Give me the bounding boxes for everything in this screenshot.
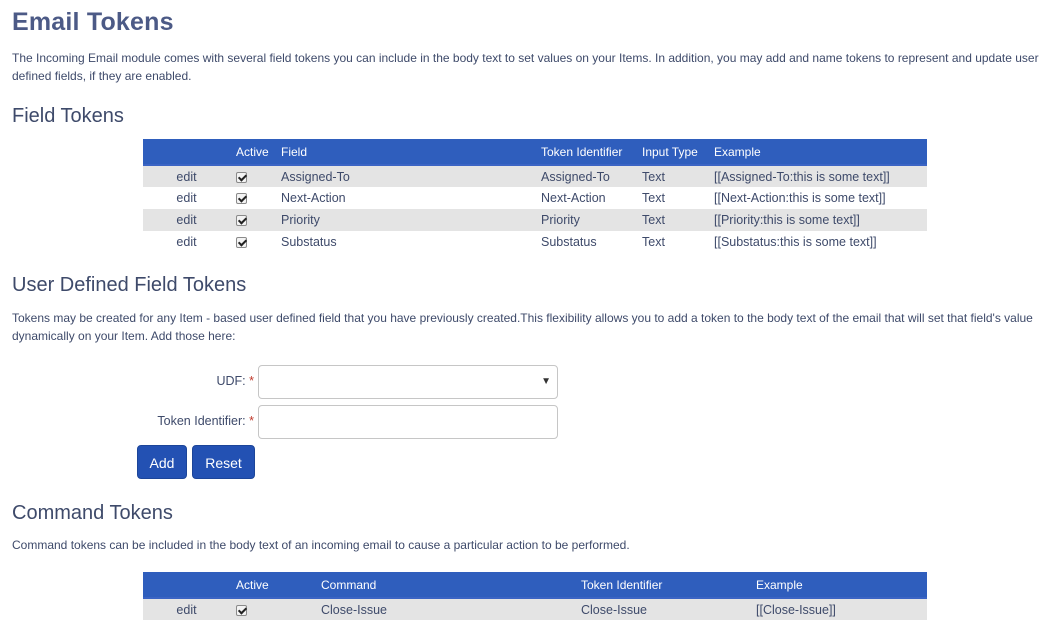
field-cell: Assigned-To	[275, 165, 535, 187]
input-type-cell: Text	[636, 231, 708, 253]
field-tokens-table: Active Field Token Identifier Input Type…	[143, 139, 927, 253]
column-header-field: Field	[275, 139, 535, 166]
column-header-active: Active	[230, 572, 315, 599]
udf-label: UDF: *	[216, 374, 254, 388]
active-checkbox[interactable]	[236, 171, 247, 183]
token-identifier-label: Token Identifier: *	[157, 414, 254, 428]
table-row: edit Substatus Substatus Text [[Substatu…	[143, 231, 927, 253]
token-identifier-input[interactable]	[258, 405, 558, 439]
column-header-action	[143, 572, 230, 599]
table-row: edit Next-Action Next-Action Text [[Next…	[143, 187, 927, 209]
page-title: Email Tokens	[12, 8, 174, 36]
udf-tokens-heading: User Defined Field Tokens	[12, 274, 247, 296]
command-tokens-heading: Command Tokens	[12, 502, 173, 524]
required-marker: *	[249, 414, 254, 428]
column-header-action	[143, 139, 230, 166]
edit-link[interactable]: edit	[176, 235, 196, 249]
udf-form-row: UDF: * ▼	[12, 365, 572, 399]
column-header-token-identifier: Token Identifier	[535, 139, 636, 166]
field-cell: Substatus	[275, 231, 535, 253]
chevron-down-icon: ▼	[541, 376, 551, 387]
udf-select[interactable]: ▼	[258, 365, 558, 399]
command-tokens-table: Active Command Token Identifier Example …	[143, 572, 927, 620]
example-cell: [[Close-Issue]]	[750, 598, 927, 620]
field-tokens-heading: Field Tokens	[12, 105, 124, 127]
column-header-example: Example	[750, 572, 927, 599]
table-row: edit Assigned-To Assigned-To Text [[Assi…	[143, 165, 927, 187]
edit-link[interactable]: edit	[176, 191, 196, 205]
command-tokens-header-row: Active Command Token Identifier Example	[143, 572, 927, 599]
field-cell: Priority	[275, 209, 535, 231]
example-cell: [[Priority:this is some text]]	[708, 209, 927, 231]
table-row: edit Close-Issue Close-Issue [[Close-Iss…	[143, 598, 927, 620]
token-cell: Substatus	[535, 231, 636, 253]
example-cell: [[Substatus:this is some text]]	[708, 231, 927, 253]
example-cell: [[Assigned-To:this is some text]]	[708, 165, 927, 187]
active-checkbox[interactable]	[236, 215, 247, 227]
column-header-command: Command	[315, 572, 575, 599]
token-identifier-form-row: Token Identifier: *	[12, 405, 572, 439]
token-cell: Assigned-To	[535, 165, 636, 187]
edit-link[interactable]: edit	[176, 603, 196, 617]
add-button[interactable]: Add	[137, 445, 187, 479]
example-cell: [[Next-Action:this is some text]]	[708, 187, 927, 209]
column-header-token-identifier: Token Identifier	[575, 572, 750, 599]
table-row: edit Priority Priority Text [[Priority:t…	[143, 209, 927, 231]
token-cell: Priority	[535, 209, 636, 231]
intro-text: The Incoming Email module comes with sev…	[12, 51, 1039, 83]
field-tokens-header-row: Active Field Token Identifier Input Type…	[143, 139, 927, 166]
input-type-cell: Text	[636, 165, 708, 187]
field-cell: Next-Action	[275, 187, 535, 209]
column-header-active: Active	[230, 139, 275, 166]
token-cell: Next-Action	[535, 187, 636, 209]
udf-tokens-description: Tokens may be created for any Item - bas…	[12, 311, 1033, 343]
column-header-input-type: Input Type	[636, 139, 708, 166]
active-checkbox[interactable]	[236, 604, 247, 616]
command-cell: Close-Issue	[315, 598, 575, 620]
edit-link[interactable]: edit	[176, 170, 196, 184]
active-checkbox[interactable]	[236, 237, 247, 249]
token-cell: Close-Issue	[575, 598, 750, 620]
reset-button[interactable]: Reset	[192, 445, 255, 479]
active-checkbox[interactable]	[236, 193, 247, 205]
edit-link[interactable]: edit	[176, 213, 196, 227]
input-type-cell: Text	[636, 187, 708, 209]
command-tokens-description: Command tokens can be included in the bo…	[12, 538, 630, 552]
required-marker: *	[249, 374, 254, 388]
column-header-example: Example	[708, 139, 927, 166]
input-type-cell: Text	[636, 209, 708, 231]
